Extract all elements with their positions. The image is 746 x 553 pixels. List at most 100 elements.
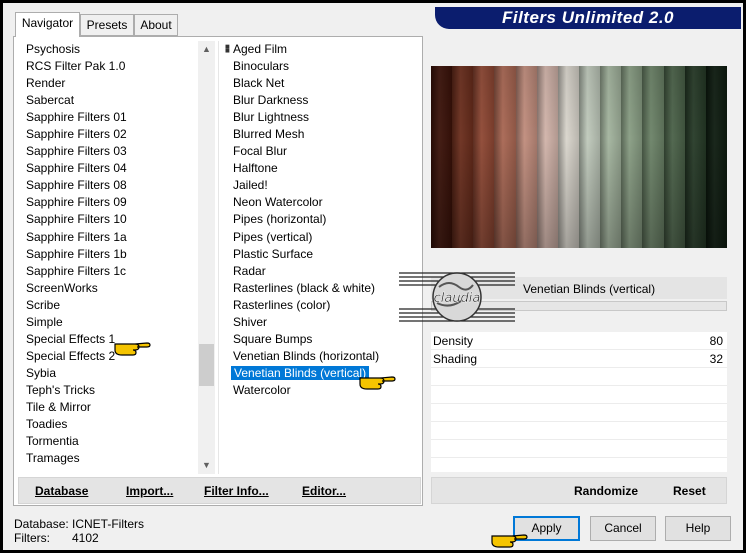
- category-item[interactable]: ScreenWorks: [15, 280, 193, 297]
- category-item[interactable]: Sapphire Filters 01: [15, 109, 193, 126]
- filter-item-label: Blur Darkness: [233, 93, 309, 108]
- preview-stripe: [473, 66, 495, 248]
- filter-item[interactable]: Shiver: [224, 314, 420, 331]
- settings-toolbar: Randomize Reset: [431, 477, 727, 504]
- category-item[interactable]: Sapphire Filters 03: [15, 143, 193, 160]
- category-item[interactable]: Sapphire Filters 04: [15, 160, 193, 177]
- param-row-empty: [431, 440, 727, 458]
- preview-stripe: [684, 66, 706, 248]
- category-item[interactable]: Sapphire Filters 08: [15, 177, 193, 194]
- filter-list[interactable]: Aged Film Binoculars Black Net Blur Darknes…: [224, 41, 420, 474]
- category-item[interactable]: Render: [15, 75, 193, 92]
- pointing-hand-icon: [114, 342, 151, 356]
- database-button[interactable]: Database: [35, 484, 88, 498]
- filter-item-label: Plastic Surface: [233, 246, 314, 261]
- category-item[interactable]: Teph's Tricks: [15, 382, 193, 399]
- scrollbar-thumb[interactable]: [199, 343, 214, 386]
- filter-info-button[interactable]: Filter Info...: [204, 484, 269, 498]
- filter-item-label: Black Net: [233, 76, 285, 91]
- filter-item[interactable]: Neon Watercolor: [224, 194, 420, 211]
- cancel-button[interactable]: Cancel: [590, 516, 656, 541]
- filter-item-label: Rasterlines (black & white): [233, 280, 376, 295]
- filter-item-label: Radar: [233, 263, 266, 278]
- filter-item-label: Binoculars: [233, 59, 290, 74]
- reset-button[interactable]: Reset: [673, 484, 706, 498]
- param-row-empty: [431, 422, 727, 440]
- preview-stripe: [536, 66, 558, 248]
- watermark-text: claudia: [434, 291, 481, 306]
- filter-item[interactable]: Aged Film: [224, 41, 420, 58]
- category-item[interactable]: Sapphire Filters 09: [15, 194, 193, 211]
- preview-stripe: [621, 66, 643, 248]
- category-item[interactable]: RCS Filter Pak 1.0: [15, 58, 193, 75]
- category-item[interactable]: Psychosis: [15, 41, 193, 58]
- filter-item[interactable]: Focal Blur: [224, 143, 420, 160]
- pointing-hand-icon: [359, 376, 396, 390]
- param-label: Shading: [433, 352, 478, 366]
- category-item[interactable]: Special Effects 2: [15, 348, 193, 365]
- preview-stripe: [431, 66, 453, 248]
- filter-item[interactable]: Rasterlines (color): [224, 297, 420, 314]
- category-item[interactable]: Sapphire Filters 10: [15, 211, 193, 228]
- preview-stripe: [515, 66, 537, 248]
- status-filters-label: Filters:: [14, 531, 50, 545]
- filter-item[interactable]: Venetian Blinds (horizontal): [224, 348, 420, 365]
- filter-item[interactable]: Blur Darkness: [224, 92, 420, 109]
- filter-item-label: Focal Blur: [233, 144, 288, 159]
- scroll-up-icon[interactable]: ▲: [198, 41, 215, 58]
- category-item[interactable]: Simple: [15, 314, 193, 331]
- preview-stripe: [600, 66, 622, 248]
- filter-item[interactable]: Blurred Mesh: [224, 126, 420, 143]
- category-scrollbar[interactable]: ▲ ▼: [198, 41, 215, 474]
- filter-item[interactable]: Plastic Surface: [224, 246, 420, 263]
- category-item[interactable]: Special Effects 1: [15, 331, 193, 348]
- category-item[interactable]: Scribe: [15, 297, 193, 314]
- scroll-down-icon[interactable]: ▼: [198, 457, 215, 474]
- filter-item[interactable]: Rasterlines (black & white): [224, 280, 420, 297]
- param-label: Density: [433, 334, 474, 348]
- filter-item-label: Pipes (vertical): [233, 229, 313, 244]
- tab-navigator[interactable]: Navigator: [15, 12, 80, 37]
- filter-item[interactable]: Black Net: [224, 75, 420, 92]
- filter-item[interactable]: Radar: [224, 263, 420, 280]
- category-item[interactable]: Tile & Mirror: [15, 399, 193, 416]
- category-item[interactable]: Sapphire Filters 02: [15, 126, 193, 143]
- filter-item[interactable]: Blur Lightness: [224, 109, 420, 126]
- param-row-empty: [431, 404, 727, 422]
- window-title: Filters Unlimited 2.0: [501, 8, 675, 27]
- category-item[interactable]: Tramages: [15, 450, 193, 467]
- category-item[interactable]: Tormentia: [15, 433, 193, 450]
- navigator-toolbar: Database Import... Filter Info... Editor…: [18, 477, 421, 504]
- help-button[interactable]: Help: [665, 516, 731, 541]
- preview-stripe: [663, 66, 685, 248]
- filter-item[interactable]: Square Bumps: [224, 331, 420, 348]
- category-item[interactable]: Sapphire Filters 1a: [15, 229, 193, 246]
- filter-item[interactable]: Pipes (vertical): [224, 229, 420, 246]
- tab-presets[interactable]: Presets: [80, 14, 134, 36]
- filter-item[interactable]: Halftone: [224, 160, 420, 177]
- import-button[interactable]: Import...: [126, 484, 173, 498]
- param-row-empty: [431, 368, 727, 386]
- filter-item[interactable]: Jailed!: [224, 177, 420, 194]
- filters-unlimited-window: Filters Unlimited 2.0 Navigator Presets …: [3, 3, 743, 550]
- category-item[interactable]: Sabercat: [15, 92, 193, 109]
- param-row-density[interactable]: Density 80: [431, 332, 727, 350]
- category-item[interactable]: Sapphire Filters 1b: [15, 246, 193, 263]
- filter-item-label: Shiver: [233, 314, 268, 329]
- param-row-shading[interactable]: Shading 32: [431, 350, 727, 368]
- category-item[interactable]: Toadies: [15, 416, 193, 433]
- filter-item[interactable]: Binoculars: [224, 58, 420, 75]
- filter-item-label: Blur Lightness: [233, 110, 310, 125]
- preview-stripe: [452, 66, 474, 248]
- filter-item[interactable]: Pipes (horizontal): [224, 211, 420, 228]
- category-item[interactable]: Sapphire Filters 1c: [15, 263, 193, 280]
- randomize-button[interactable]: Randomize: [574, 484, 638, 498]
- category-item[interactable]: Sybia: [15, 365, 193, 382]
- filter-item-label: Venetian Blinds (horizontal): [233, 348, 380, 363]
- tab-about[interactable]: About: [134, 14, 178, 36]
- editor-button[interactable]: Editor...: [302, 484, 346, 498]
- category-list[interactable]: Psychosis RCS Filter Pak 1.0 Render Saberca…: [15, 41, 193, 474]
- filter-item-label: Aged Film: [233, 42, 288, 56]
- preview-stripe: [705, 66, 727, 248]
- filter-item-label: Rasterlines (color): [233, 297, 331, 312]
